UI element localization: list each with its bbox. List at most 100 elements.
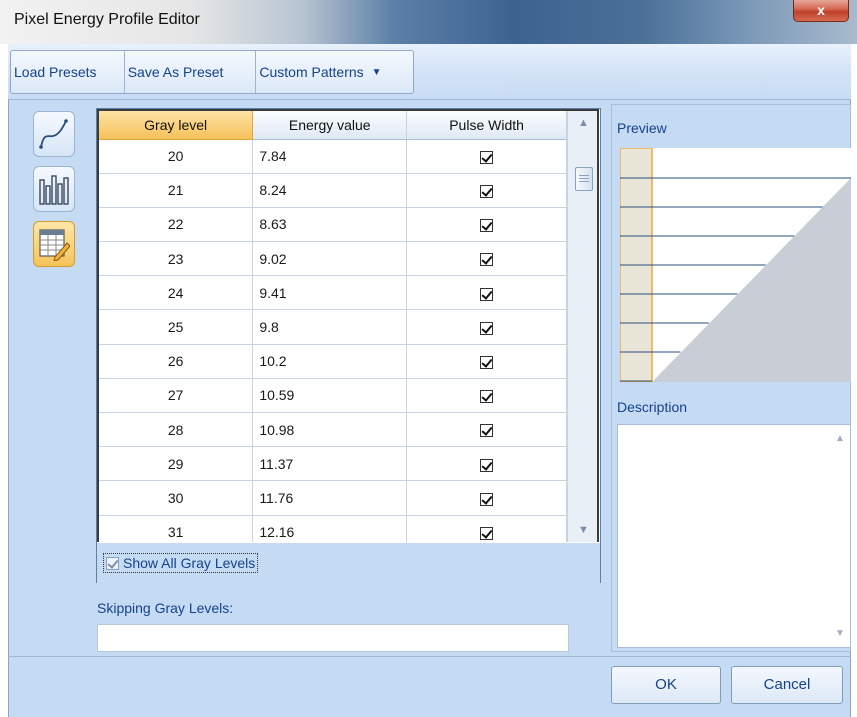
description-scrollbar[interactable]: ▲ ▼ xyxy=(832,425,848,647)
energy-value-cell[interactable]: 8.24 xyxy=(252,173,408,208)
energy-value-cell[interactable]: 11.76 xyxy=(252,480,408,516)
gray-level-cell[interactable]: 20 xyxy=(99,139,254,174)
energy-value-cell[interactable]: 9.02 xyxy=(252,241,408,277)
table-row[interactable]: 24 9.41 xyxy=(99,275,567,311)
scroll-down-icon[interactable]: ▼ xyxy=(568,518,597,542)
grid-vertical-scrollbar[interactable]: ▲ ▼ xyxy=(567,111,597,542)
gray-level-cell[interactable]: 29 xyxy=(99,446,254,482)
column-header-energy-value[interactable]: Energy value xyxy=(252,111,408,140)
pulse-width-checkbox[interactable] xyxy=(480,492,494,506)
pulse-width-checkbox[interactable] xyxy=(480,458,494,472)
save-as-preset-button[interactable]: Save As Preset xyxy=(125,51,257,93)
pulse-width-cell[interactable] xyxy=(406,344,567,379)
pulse-width-cell[interactable] xyxy=(406,241,567,277)
show-all-gray-levels-label: Show All Gray Levels xyxy=(123,555,256,571)
energy-value-cell[interactable]: 8.63 xyxy=(252,207,408,243)
close-icon: x xyxy=(817,2,825,18)
skipping-gray-levels-label: Skipping Gray Levels: xyxy=(97,600,234,616)
custom-patterns-label: Custom Patterns xyxy=(259,64,364,80)
energy-value-cell[interactable]: 7.84 xyxy=(252,139,408,174)
scroll-up-icon[interactable]: ▲ xyxy=(568,111,597,135)
pulse-width-checkbox[interactable] xyxy=(480,526,494,540)
pulse-width-checkbox[interactable] xyxy=(480,424,494,438)
pulse-width-cell[interactable] xyxy=(406,309,567,345)
column-header-gray-level[interactable]: Gray level xyxy=(99,111,254,140)
table-row[interactable]: 22 8.63 xyxy=(99,207,567,243)
pulse-width-checkbox[interactable] xyxy=(480,253,494,267)
table-row[interactable]: 29 11.37 xyxy=(99,446,567,482)
divider xyxy=(8,656,851,657)
gray-level-cell[interactable]: 25 xyxy=(99,309,254,345)
scrollbar-thumb[interactable] xyxy=(575,167,593,191)
preview-canvas xyxy=(619,147,851,383)
title-bar: Pixel Energy Profile Editor x xyxy=(0,0,857,44)
pulse-width-cell[interactable] xyxy=(406,173,567,208)
table-row[interactable]: 23 9.02 xyxy=(99,241,567,277)
gray-level-cell[interactable]: 27 xyxy=(99,378,254,414)
energy-value-cell[interactable]: 10.59 xyxy=(252,378,408,414)
energy-value-cell[interactable]: 10.98 xyxy=(252,412,408,448)
scroll-up-icon[interactable]: ▲ xyxy=(832,433,848,444)
gray-level-cell[interactable]: 21 xyxy=(99,173,254,208)
pulse-width-checkbox[interactable] xyxy=(480,287,494,301)
table-edit-icon xyxy=(39,229,70,261)
energy-value-cell[interactable]: 9.8 xyxy=(252,309,408,345)
pulse-width-cell[interactable] xyxy=(406,139,567,174)
table-row[interactable]: 20 7.84 xyxy=(99,139,567,174)
table-row[interactable]: 30 11.76 xyxy=(99,480,567,516)
pulse-width-cell[interactable] xyxy=(406,480,567,516)
pulse-width-checkbox[interactable] xyxy=(480,150,494,164)
pulse-width-cell[interactable] xyxy=(406,275,567,311)
gray-level-cell[interactable]: 26 xyxy=(99,344,254,379)
show-all-check-icon xyxy=(106,556,119,570)
energy-value-cell[interactable]: 12.16 xyxy=(252,515,408,542)
gray-level-grid: Gray level Energy value Pulse Width 20 7.… xyxy=(96,108,601,583)
gray-level-cell[interactable]: 28 xyxy=(99,412,254,448)
scroll-down-icon[interactable]: ▼ xyxy=(832,628,848,639)
pulse-width-cell[interactable] xyxy=(406,412,567,448)
pulse-width-cell[interactable] xyxy=(406,515,567,542)
curve-view-button[interactable] xyxy=(33,111,75,157)
gray-level-cell[interactable]: 30 xyxy=(99,480,254,516)
gray-level-cell[interactable]: 31 xyxy=(99,515,254,542)
table-row[interactable]: 28 10.98 xyxy=(99,412,567,448)
pulse-width-checkbox[interactable] xyxy=(480,219,494,233)
energy-value-cell[interactable]: 11.37 xyxy=(252,446,408,482)
gray-level-cell[interactable]: 24 xyxy=(99,275,254,311)
pulse-width-checkbox[interactable] xyxy=(480,321,494,335)
bar-view-button[interactable] xyxy=(33,166,75,212)
load-presets-button[interactable]: Load Presets xyxy=(11,51,125,93)
pulse-width-checkbox[interactable] xyxy=(480,356,494,370)
column-header-pulse-width[interactable]: Pulse Width xyxy=(406,111,567,140)
table-row[interactable]: 31 12.16 xyxy=(99,515,567,542)
custom-patterns-dropdown[interactable]: Custom Patterns ▼ xyxy=(256,51,413,93)
energy-value-cell[interactable]: 10.2 xyxy=(252,344,408,379)
close-button[interactable]: x xyxy=(793,0,849,22)
table-view-button[interactable] xyxy=(33,221,75,267)
description-textarea[interactable]: ▲ ▼ xyxy=(617,424,851,648)
table-row[interactable]: 25 9.8 xyxy=(99,309,567,345)
preview-graph xyxy=(619,147,851,383)
description-label: Description xyxy=(617,399,688,415)
table-row[interactable]: 21 8.24 xyxy=(99,173,567,208)
preview-label: Preview xyxy=(617,120,667,136)
table-row[interactable]: 26 10.2 xyxy=(99,344,567,379)
pulse-width-checkbox[interactable] xyxy=(480,390,494,404)
show-all-bar: Show All Gray Levels xyxy=(97,543,600,583)
table-header-row: Gray level Energy value Pulse Width xyxy=(99,111,567,140)
skipping-gray-levels-input[interactable] xyxy=(97,624,569,652)
pulse-width-checkbox[interactable] xyxy=(480,185,494,199)
window-title: Pixel Energy Profile Editor xyxy=(14,11,200,28)
grid-viewport: Gray level Energy value Pulse Width 20 7.… xyxy=(97,109,599,542)
pulse-width-cell[interactable] xyxy=(406,207,567,243)
ok-button[interactable]: OK xyxy=(611,666,721,704)
energy-value-cell[interactable]: 9.41 xyxy=(252,275,408,311)
pulse-width-cell[interactable] xyxy=(406,378,567,414)
show-all-gray-levels-checkbox[interactable]: Show All Gray Levels xyxy=(103,553,259,573)
pulse-width-cell[interactable] xyxy=(406,446,567,482)
bar-chart-icon xyxy=(39,175,69,205)
gray-level-cell[interactable]: 22 xyxy=(99,207,254,243)
gray-level-cell[interactable]: 23 xyxy=(99,241,254,277)
table-row[interactable]: 27 10.59 xyxy=(99,378,567,414)
cancel-button[interactable]: Cancel xyxy=(731,666,843,704)
